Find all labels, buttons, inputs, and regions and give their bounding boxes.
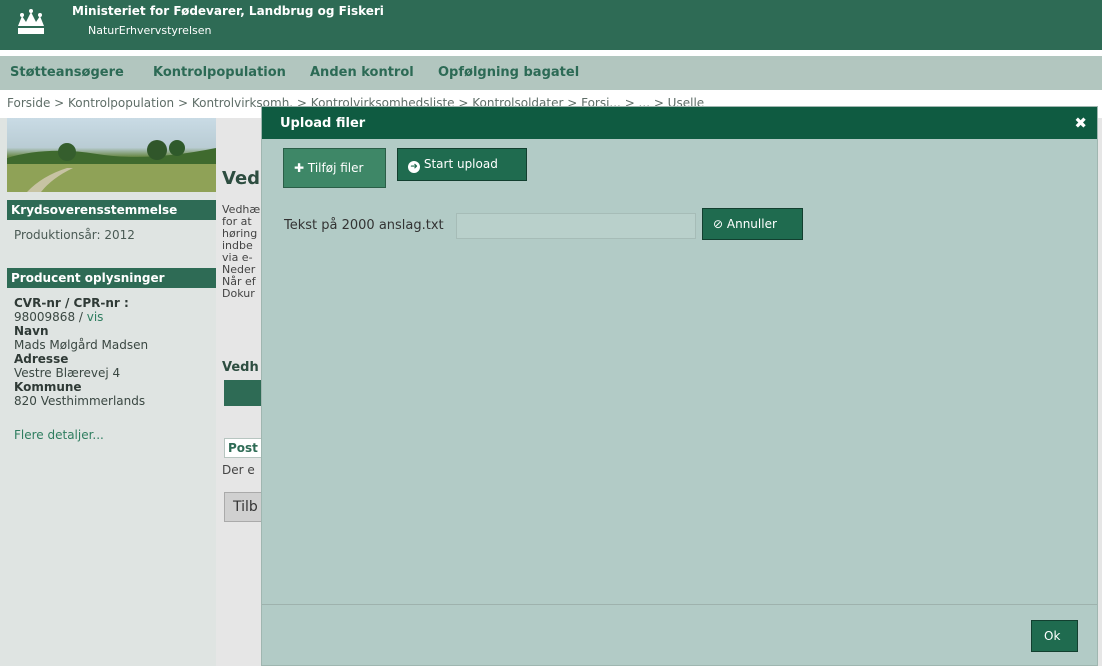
close-icon[interactable]: ✖ (1074, 114, 1087, 132)
more-details-link[interactable]: Flere detaljer... (14, 428, 104, 442)
cancel-icon: ⊘ (713, 217, 724, 231)
add-files-label: Tilføj filer (307, 161, 364, 175)
municipality-value: 820 Vesthimmerlands (14, 394, 146, 408)
top-banner: Ministeriet for Fødevarer, Landbrug og F… (0, 0, 1102, 50)
cvr-number: 98009868 / (14, 310, 87, 324)
nav-opfolgning-bagatel[interactable]: Opfølgning bagatel (438, 65, 579, 80)
address-value: Vestre Blærevej 4 (14, 366, 121, 380)
nav-stotteansogere[interactable]: Støtteansøgere (10, 65, 124, 80)
nav-kontrolpopulation[interactable]: Kontrolpopulation (153, 65, 286, 80)
arrow-circle-icon: ➜ (408, 161, 420, 173)
add-files-button[interactable]: ✚ Tilføj filer (283, 148, 386, 188)
main-nav: Støtteansøgere Kontrolpopulation Anden k… (0, 56, 1102, 90)
plus-icon: ✚ (294, 161, 305, 175)
description-text: Vedhæ for at høring indbe via e- Neder N… (222, 204, 260, 300)
start-upload-button[interactable]: ➜ Start upload (397, 148, 527, 181)
cancel-label: Annuller (726, 217, 777, 231)
landscape-photo (7, 118, 216, 192)
ok-button[interactable]: Ok (1031, 620, 1078, 652)
production-year: Produktionsår: 2012 (14, 228, 135, 242)
cancel-upload-button[interactable]: ⊘ Annuller (702, 208, 803, 240)
cvr-vis-link[interactable]: vis (87, 310, 104, 324)
page-title: Vedl (222, 168, 267, 189)
dialog-header: Upload filer ✖ (262, 107, 1097, 139)
start-upload-label: Start upload (423, 157, 498, 171)
ministry-name: Ministeriet for Fødevarer, Landbrug og F… (72, 4, 384, 18)
upload-dialog: Upload filer ✖ ✚ Tilføj filer ➜ Start up… (261, 106, 1098, 666)
description-line: Dokur (222, 287, 255, 300)
sidebar: Krydsoverensstemmelse Produktionsår: 201… (0, 118, 216, 666)
name-label: Navn (14, 324, 49, 338)
section-heading-krydsoverensstemmelse: Krydsoverensstemmelse (7, 200, 216, 220)
empty-text: Der e (222, 463, 255, 477)
cvr-value: 98009868 / vis (14, 310, 103, 324)
nav-anden-kontrol[interactable]: Anden kontrol (310, 65, 414, 80)
agency-name: NaturErhvervstyrelsen (88, 24, 212, 37)
file-name: Tekst på 2000 anslag.txt (284, 218, 444, 233)
section-heading-producent: Producent oplysninger (7, 268, 216, 288)
crown-logo-icon (18, 9, 44, 34)
municipality-label: Kommune (14, 380, 82, 394)
dialog-title: Upload filer (280, 116, 366, 131)
name-value: Mads Mølgård Madsen (14, 338, 149, 352)
attachments-subtitle: Vedh (222, 360, 259, 375)
file-progress-field (456, 213, 696, 239)
cvr-label: CVR-nr / CPR-nr : (14, 296, 129, 310)
address-label: Adresse (14, 352, 69, 366)
footer-divider (262, 604, 1097, 605)
